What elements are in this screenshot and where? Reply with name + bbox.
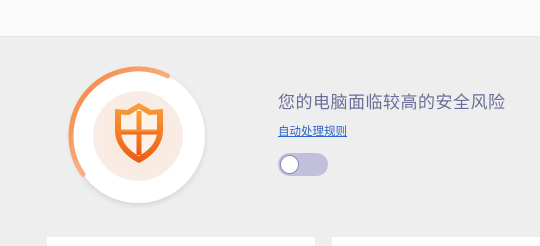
shield-icon [111, 100, 167, 166]
risk-status-title: 您的电脑面临较高的安全风险 [278, 93, 506, 113]
bottom-card-left [47, 237, 315, 246]
bottom-card-right [332, 237, 540, 246]
top-toolbar [0, 0, 540, 36]
auto-handle-rules-link[interactable]: 自动处理规则 [278, 123, 347, 139]
toggle-knob [280, 155, 299, 174]
auto-handle-toggle[interactable] [278, 153, 328, 176]
